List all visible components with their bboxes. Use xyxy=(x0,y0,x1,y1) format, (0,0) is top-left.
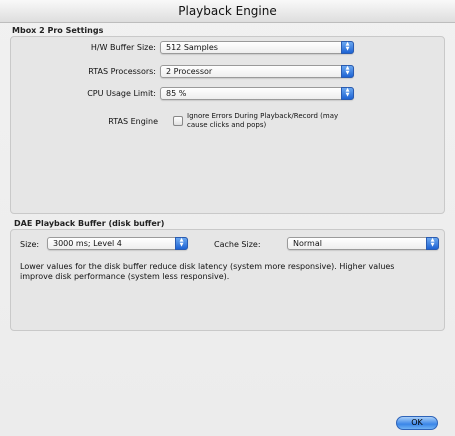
ok-button[interactable]: OK xyxy=(396,416,438,430)
up-down-arrows-icon: ▲ ▼ xyxy=(341,65,354,78)
window-title: Playback Engine xyxy=(0,0,455,23)
settings-group-title: Mbox 2 Pro Settings xyxy=(12,26,104,35)
ignore-errors-text: Ignore Errors During Playback/Record (ma… xyxy=(187,112,338,130)
rtas-processors-value: 2 Processor xyxy=(166,67,213,76)
size-select[interactable]: 3000 ms; Level 4 ▲ ▼ xyxy=(47,237,188,250)
dae-group-title: DAE Playback Buffer (disk buffer) xyxy=(14,219,165,228)
dae-description-line2: improve disk performance (system less re… xyxy=(20,272,230,281)
cpu-usage-select[interactable]: 85 % ▲ ▼ xyxy=(160,87,354,100)
rtas-processors-select[interactable]: 2 Processor ▲ ▼ xyxy=(160,65,354,78)
size-label: Size: xyxy=(20,240,40,249)
rtas-engine-label: RTAS Engine xyxy=(108,117,158,126)
cache-size-select[interactable]: Normal ▲ ▼ xyxy=(287,237,439,250)
size-value: 3000 ms; Level 4 xyxy=(53,239,122,248)
ignore-errors-line2: cause clicks and pops) xyxy=(187,121,267,129)
up-down-arrows-icon: ▲ ▼ xyxy=(426,237,439,250)
cpu-usage-label: CPU Usage Limit: xyxy=(87,89,156,98)
ignore-errors-line1: Ignore Errors During Playback/Record (ma… xyxy=(187,112,339,120)
hw-buffer-value: 512 Samples xyxy=(166,43,218,52)
up-down-arrows-icon: ▲ ▼ xyxy=(341,87,354,100)
playback-engine-window: Playback Engine Mbox 2 Pro Settings H/W … xyxy=(0,0,455,436)
ignore-errors-checkbox[interactable] xyxy=(173,116,183,126)
dae-description-line1: Lower values for the disk buffer reduce … xyxy=(20,262,395,271)
rtas-processors-label: RTAS Processors: xyxy=(88,67,156,76)
dae-description: Lower values for the disk buffer reduce … xyxy=(20,262,440,282)
hw-buffer-label: H/W Buffer Size: xyxy=(90,43,156,52)
cpu-usage-value: 85 % xyxy=(166,89,187,98)
cache-size-label: Cache Size: xyxy=(214,240,261,249)
cache-size-value: Normal xyxy=(293,239,322,248)
up-down-arrows-icon: ▲ ▼ xyxy=(175,237,188,250)
up-down-arrows-icon: ▲ ▼ xyxy=(341,41,354,54)
hw-buffer-select[interactable]: 512 Samples ▲ ▼ xyxy=(160,41,354,54)
